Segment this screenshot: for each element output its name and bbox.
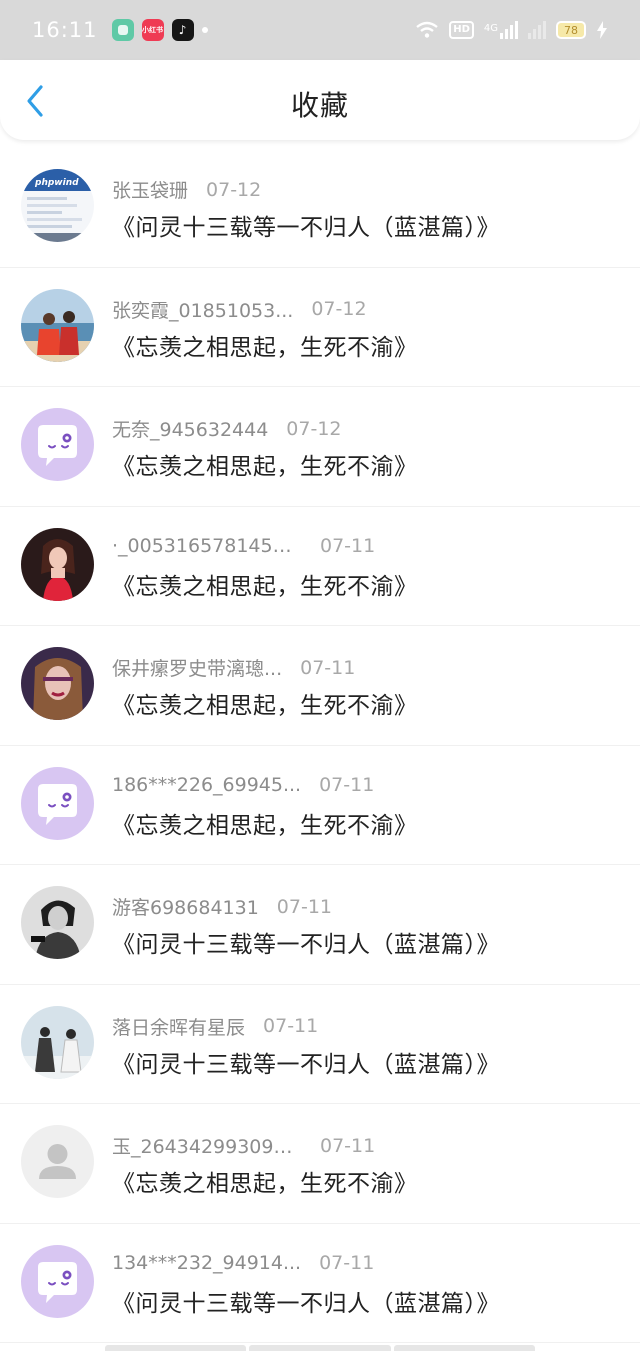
favorites-list: phpwind 张玉袋珊 07-12 《问灵十三载等一不归人（蓝湛篇）》 张奕霞… xyxy=(0,148,640,1343)
date: 07-11 xyxy=(319,773,375,796)
username[interactable]: ·_0053165781457... xyxy=(112,535,302,557)
item-meta: 134***232_94914... 07-11 xyxy=(112,1252,374,1274)
bottom-tab-edge xyxy=(105,1345,535,1351)
default-chat-avatar-icon xyxy=(21,408,94,481)
item-meta: 玉_264342993091... 07-11 xyxy=(112,1132,375,1159)
signal-icon xyxy=(500,21,518,39)
tiktok-icon: ♪ xyxy=(171,19,194,41)
green-app-icon xyxy=(111,19,134,41)
username[interactable]: 张玉袋珊 xyxy=(112,176,188,203)
username[interactable]: 186***226_69945... xyxy=(112,774,301,796)
page-title: 收藏 xyxy=(290,89,349,122)
item-meta: 张玉袋珊 07-12 xyxy=(112,176,261,203)
more-notifications-dot xyxy=(201,27,208,33)
avatar[interactable] xyxy=(21,1244,94,1318)
notification-app-icons: 小红书 ♪ xyxy=(111,19,208,41)
avatar[interactable]: phpwind xyxy=(21,169,94,242)
network-label: 4G xyxy=(483,23,498,34)
date: 07-11 xyxy=(300,656,356,679)
list-item[interactable]: 保井瘰罗史带漓璁... 07-11 《忘羡之相思起，生死不渝》 xyxy=(0,626,640,746)
avatar[interactable] xyxy=(21,527,94,601)
item-meta: 保井瘰罗史带漓璁... 07-11 xyxy=(112,654,355,681)
wifi-icon xyxy=(416,21,438,38)
username[interactable]: 无奈_945632444 xyxy=(112,415,268,442)
username[interactable]: 保井瘰罗史带漓璁... xyxy=(112,654,282,681)
list-item[interactable]: ·_0053165781457... 07-11 《忘羡之相思起，生死不渝》 xyxy=(0,507,640,626)
item-meta: 张奕霞_01851053... 07-12 xyxy=(112,296,367,323)
default-user-avatar-icon xyxy=(21,1125,94,1198)
status-indicators: HD 4G 78 xyxy=(415,21,608,39)
default-chat-avatar-icon xyxy=(21,766,94,840)
username[interactable]: 落日余晖有星辰 xyxy=(112,1013,245,1040)
avatar[interactable] xyxy=(21,408,94,481)
list-item[interactable]: 落日余晖有星辰 07-11 《问灵十三载等一不归人（蓝湛篇）》 xyxy=(0,985,640,1104)
battery-level: 78 xyxy=(564,23,578,37)
book-title[interactable]: 《忘羡之相思起，生死不渝》 xyxy=(112,328,418,362)
item-meta: 游客698684131 07-11 xyxy=(112,893,332,920)
charging-icon xyxy=(597,21,607,39)
book-title[interactable]: 《问灵十三载等一不归人（蓝湛篇）》 xyxy=(112,208,500,242)
svg-text:phpwind: phpwind xyxy=(34,178,79,188)
xiaohongshu-icon: 小红书 xyxy=(141,19,164,41)
list-item[interactable]: 无奈_945632444 07-12 《忘羡之相思起，生死不渝》 xyxy=(0,387,640,507)
avatar[interactable] xyxy=(21,1005,94,1079)
date: 07-11 xyxy=(320,534,376,557)
book-title[interactable]: 《忘羡之相思起，生死不渝》 xyxy=(112,686,418,720)
list-item[interactable]: 186***226_69945... 07-11 《忘羡之相思起，生死不渝》 xyxy=(0,746,640,865)
status-bar: 16:11 小红书 ♪ HD 4G 78 xyxy=(0,0,640,60)
battery-icon: 78 xyxy=(556,21,586,39)
list-item[interactable]: phpwind 张玉袋珊 07-12 《问灵十三载等一不归人（蓝湛篇）》 xyxy=(0,148,640,268)
book-title[interactable]: 《问灵十三载等一不归人（蓝湛篇）》 xyxy=(112,1045,500,1079)
book-title[interactable]: 《忘羡之相思起，生死不渝》 xyxy=(112,806,418,840)
list-item[interactable]: 游客698684131 07-11 《问灵十三载等一不归人（蓝湛篇）》 xyxy=(0,865,640,985)
avatar[interactable] xyxy=(21,886,94,959)
username[interactable]: 游客698684131 xyxy=(112,893,259,920)
username[interactable]: 玉_264342993091... xyxy=(112,1132,302,1159)
book-title[interactable]: 《问灵十三载等一不归人（蓝湛篇）》 xyxy=(112,925,500,959)
date: 07-12 xyxy=(286,417,342,440)
date: 07-11 xyxy=(320,1134,376,1157)
username[interactable]: 张奕霞_01851053... xyxy=(112,296,293,323)
item-meta: 186***226_69945... 07-11 xyxy=(112,774,374,796)
item-meta: 无奈_945632444 07-12 xyxy=(112,415,342,442)
hd-badge: HD xyxy=(449,21,474,39)
avatar[interactable] xyxy=(21,766,94,840)
list-item[interactable]: 张奕霞_01851053... 07-12 《忘羡之相思起，生死不渝》 xyxy=(0,268,640,387)
avatar[interactable] xyxy=(21,647,94,720)
book-title[interactable]: 《忘羡之相思起，生死不渝》 xyxy=(112,567,418,601)
date: 07-12 xyxy=(206,178,262,201)
book-title[interactable]: 《问灵十三载等一不归人（蓝湛篇）》 xyxy=(112,1284,500,1318)
date: 07-11 xyxy=(276,895,333,918)
signal-2-icon xyxy=(528,21,546,39)
navigation-header: 收藏 xyxy=(0,60,640,140)
avatar[interactable] xyxy=(21,288,94,362)
book-title[interactable]: 《忘羡之相思起，生死不渝》 xyxy=(112,447,418,481)
status-time: 16:11 xyxy=(32,18,98,42)
date: 07-11 xyxy=(319,1251,375,1274)
item-meta: ·_0053165781457... 07-11 xyxy=(112,535,375,557)
book-title[interactable]: 《忘羡之相思起，生死不渝》 xyxy=(112,1164,418,1198)
list-item[interactable]: 玉_264342993091... 07-11 《忘羡之相思起，生死不渝》 xyxy=(0,1104,640,1224)
date: 07-12 xyxy=(311,298,367,320)
item-meta: 落日余晖有星辰 07-11 xyxy=(112,1013,318,1040)
username[interactable]: 134***232_94914... xyxy=(112,1252,301,1274)
date: 07-11 xyxy=(263,1015,319,1037)
list-item[interactable]: 134***232_94914... 07-11 《问灵十三载等一不归人（蓝湛篇… xyxy=(0,1224,640,1343)
avatar[interactable] xyxy=(21,1125,94,1198)
default-chat-avatar-icon xyxy=(21,1244,94,1318)
